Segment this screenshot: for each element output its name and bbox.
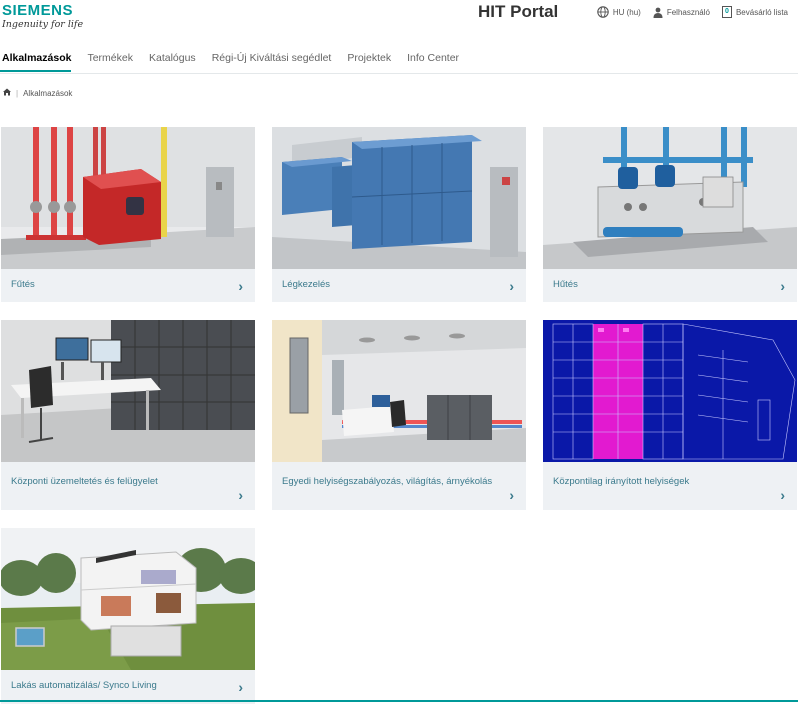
- card-caption: Központi üzemeltetés és felügyelet ›: [1, 462, 255, 510]
- language-selector[interactable]: HU (hu): [597, 6, 641, 18]
- tab-alkalmazasok[interactable]: Alkalmazások: [0, 52, 72, 72]
- card-hutes[interactable]: Hűtés ›: [543, 127, 797, 302]
- tab-katalogus[interactable]: Katalógus: [147, 52, 196, 72]
- card-label: Hűtés: [553, 279, 578, 290]
- card-label: Fűtés: [11, 279, 35, 290]
- tab-kivaltasi-segedlet[interactable]: Régi-Új Kiváltási segédlet: [210, 52, 332, 72]
- chevron-right-icon: ›: [238, 487, 243, 503]
- home-icon[interactable]: [3, 88, 11, 98]
- heating-image: [1, 127, 255, 269]
- user-label: Felhasználó: [666, 7, 710, 17]
- breadcrumb: | Alkalmazások: [3, 88, 72, 98]
- card-lakas-automatizalas[interactable]: Lakás automatizálás/ Synco Living ›: [1, 528, 255, 704]
- room-control-image: [272, 320, 526, 462]
- card-kozponti-uzemeltetes[interactable]: Központi üzemeltetés és felügyelet ›: [1, 320, 255, 510]
- chevron-right-icon: ›: [780, 487, 785, 503]
- tab-termekek[interactable]: Termékek: [85, 52, 133, 72]
- card-label: Légkezelés: [282, 279, 331, 290]
- card-label: Lakás automatizálás/ Synco Living: [11, 680, 157, 691]
- chevron-right-icon: ›: [509, 487, 514, 503]
- card-label: Központilag irányított helyiségek: [553, 476, 690, 487]
- card-caption: Központilag irányított helyiségek ›: [543, 462, 797, 510]
- card-legkezeles[interactable]: Légkezelés ›: [272, 127, 526, 302]
- card-egyedi-helyisegszabalyozas[interactable]: Egyedi helyiségszabályozás, világítás, á…: [272, 320, 526, 510]
- brand-tagline: Ingenuity for life: [2, 19, 84, 30]
- card-caption: Egyedi helyiségszabályozás, világítás, á…: [272, 462, 526, 510]
- card-label: Egyedi helyiségszabályozás, világítás, á…: [282, 476, 493, 487]
- siemens-logo[interactable]: SIEMENS Ingenuity for life: [2, 2, 84, 31]
- chevron-right-icon: ›: [780, 277, 785, 294]
- language-label: HU (hu): [612, 7, 641, 17]
- user-menu[interactable]: Felhasználó: [653, 7, 710, 18]
- portal-title: HIT Portal: [478, 2, 559, 21]
- card-label: Központi üzemeltetés és felügyelet: [11, 476, 158, 487]
- footer-divider: [0, 700, 798, 702]
- brand-name: SIEMENS: [2, 2, 74, 19]
- chevron-right-icon: ›: [509, 277, 514, 294]
- main-nav: Alkalmazások Termékek Katalógus Régi-Új …: [0, 52, 473, 72]
- top-links: HU (hu) Felhasználó 0 Bevásárló lista: [597, 6, 788, 18]
- card-futes[interactable]: Fűtés ›: [1, 127, 255, 302]
- card-caption: Hűtés ›: [543, 269, 797, 302]
- cooling-image: [543, 127, 797, 269]
- card-caption: Lakás automatizálás/ Synco Living ›: [1, 670, 255, 704]
- chevron-right-icon: ›: [238, 679, 243, 695]
- shopping-list-label: Bevásárló lista: [735, 7, 788, 17]
- tab-info-center[interactable]: Info Center: [405, 52, 459, 72]
- card-caption: Légkezelés ›: [272, 269, 526, 302]
- chevron-right-icon: ›: [238, 277, 243, 294]
- tab-projektek[interactable]: Projektek: [345, 52, 391, 72]
- user-icon: [653, 7, 663, 18]
- card-caption: Fűtés ›: [1, 269, 255, 302]
- floor-plan-image: [543, 320, 797, 462]
- nav-divider: [0, 73, 798, 74]
- shopping-list-icon: 0: [721, 6, 732, 18]
- air-handling-image: [272, 127, 526, 269]
- breadcrumb-current[interactable]: Alkalmazások: [23, 89, 72, 98]
- home-automation-image: [1, 528, 255, 670]
- breadcrumb-separator: |: [16, 88, 19, 98]
- control-room-image: [1, 320, 255, 462]
- card-kozpontilag-iranyitott-helyisegek[interactable]: Központilag irányított helyiségek ›: [543, 320, 797, 510]
- globe-icon: [597, 6, 609, 18]
- shopping-list-link[interactable]: 0 Bevásárló lista: [721, 6, 788, 18]
